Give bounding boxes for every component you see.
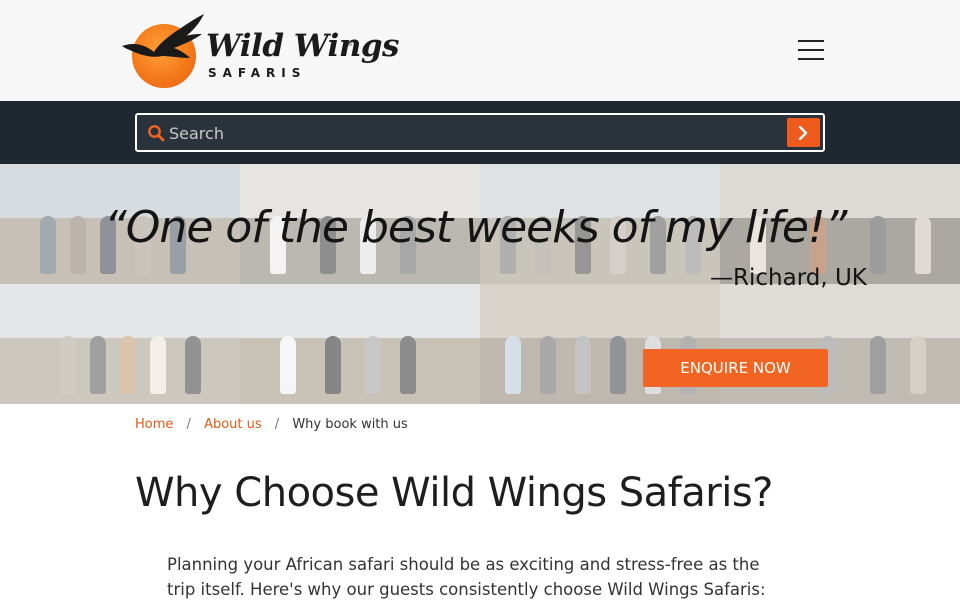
site-logo[interactable]: Wild Wings ® SAFARIS <box>120 12 400 88</box>
site-header: Wild Wings ® SAFARIS <box>0 0 960 101</box>
hero-quote: “One of the best weeks of my life!” <box>104 202 847 253</box>
logo-registered-mark: ® <box>346 40 353 48</box>
search-icon <box>148 125 165 142</box>
hero-banner: “One of the best weeks of my life!” —Ric… <box>0 164 960 404</box>
hero-attribution: —Richard, UK <box>710 265 867 291</box>
logo-subtitle: SAFARIS <box>208 66 307 80</box>
breadcrumb-current: Why book with us <box>292 417 408 432</box>
bird-logo-icon <box>122 14 204 58</box>
search-box <box>135 113 825 152</box>
page-title: Why Choose Wild Wings Safaris? <box>135 470 773 516</box>
logo-wordmark: Wild Wings <box>206 28 400 64</box>
hamburger-menu-icon-bar <box>798 58 824 60</box>
hamburger-menu-icon-bar <box>798 49 824 51</box>
search-submit-button[interactable] <box>787 118 820 147</box>
breadcrumb: Home / About us / Why book with us <box>135 417 408 432</box>
search-bar <box>0 101 960 164</box>
breadcrumb-separator: / <box>274 417 280 432</box>
search-input[interactable] <box>169 120 779 146</box>
hamburger-menu-button[interactable] <box>796 36 826 64</box>
breadcrumb-separator: / <box>186 417 191 432</box>
intro-paragraph: Planning your African safari should be a… <box>167 555 766 599</box>
hamburger-menu-icon-bar <box>798 40 824 42</box>
breadcrumb-about-link[interactable]: About us <box>204 417 262 432</box>
enquire-now-button[interactable]: ENQUIRE NOW <box>643 349 828 387</box>
chevron-right-icon <box>798 126 808 140</box>
breadcrumb-home-link[interactable]: Home <box>135 417 173 432</box>
